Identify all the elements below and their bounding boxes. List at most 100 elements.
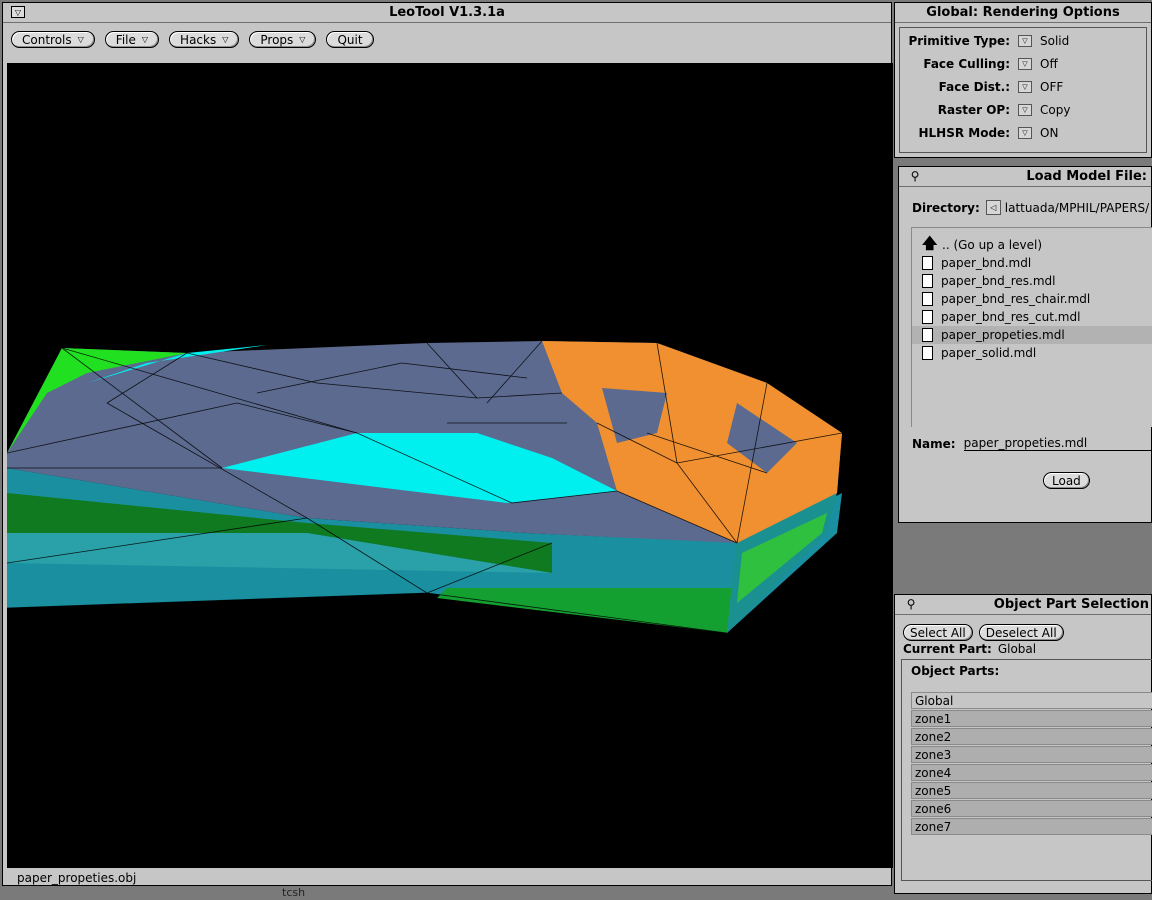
background-terminal-text: tcsh — [282, 886, 306, 899]
menubar: Controls ▽ File ▽ Hacks ▽ Props ▽ Quit — [11, 31, 384, 48]
name-row: Name: paper_propeties.mdl — [912, 436, 1152, 451]
chevron-down-icon[interactable]: ▽ — [1018, 58, 1032, 70]
file-item[interactable]: paper_bnd_res.mdl — [912, 272, 1152, 290]
part-item[interactable]: zone3 — [911, 746, 1152, 763]
object-part-title: Object Part Selection — [993, 597, 1149, 612]
option-face-culling: Face Culling: ▽ Off — [900, 54, 1146, 74]
file-item-selected[interactable]: paper_propeties.mdl — [912, 326, 1152, 344]
chevron-down-icon[interactable]: ▽ — [1018, 35, 1032, 47]
document-icon — [922, 292, 933, 306]
directory-value: lattuada/MPHIL/PAPERS/ — [1004, 200, 1150, 215]
hacks-label: Hacks — [180, 32, 217, 47]
option-label: Face Culling: — [923, 57, 1010, 71]
option-value: Copy — [1040, 103, 1071, 117]
rendering-options-titlebar[interactable]: Global: Rendering Options — [895, 3, 1151, 23]
file-name: paper_solid.mdl — [941, 346, 1037, 360]
object-parts-label: Object Parts: — [911, 664, 1000, 678]
directory-row: Directory: ◁ lattuada/MPHIL/PAPERS/ — [912, 200, 1149, 215]
current-part-row: Current Part: Global — [903, 642, 1036, 656]
document-icon — [922, 274, 933, 288]
hacks-menu-button[interactable]: Hacks ▽ — [169, 31, 240, 48]
current-part-value: Global — [997, 642, 1037, 656]
controls-label: Controls — [22, 32, 72, 47]
window-title: LeoTool V1.3.1a — [389, 5, 505, 20]
status-bar: paper_propeties.obj — [17, 871, 137, 885]
load-model-window: ⚲ Load Model File: Directory: ◁ lattuada… — [898, 166, 1152, 523]
deselect-all-button[interactable]: Deselect All — [978, 624, 1064, 641]
load-button[interactable]: Load — [1043, 472, 1090, 489]
pushpin-icon[interactable]: ⚲ — [903, 597, 919, 611]
file-item[interactable]: paper_bnd.mdl — [912, 254, 1152, 272]
part-item-global[interactable]: Global — [911, 692, 1152, 709]
option-value: Solid — [1040, 34, 1070, 48]
props-label: Props — [260, 32, 294, 47]
file-item[interactable]: paper_bnd_res_chair.mdl — [912, 290, 1152, 308]
file-name: paper_bnd_res.mdl — [941, 274, 1056, 288]
option-value: Off — [1040, 57, 1058, 71]
document-icon — [922, 346, 933, 360]
up-arrow-icon: 🡅 — [922, 233, 938, 252]
mesh-layer-green-2 — [437, 588, 737, 633]
directory-back-icon[interactable]: ◁ — [985, 200, 1001, 215]
file-item[interactable]: paper_solid.mdl — [912, 344, 1152, 362]
option-label: Raster OP: — [937, 103, 1010, 117]
rendering-options-window: Global: Rendering Options Primitive Type… — [894, 2, 1152, 158]
part-item[interactable]: zone4 — [911, 764, 1152, 781]
file-label: File — [115, 32, 136, 47]
part-item[interactable]: zone5 — [911, 782, 1152, 799]
part-item[interactable]: zone6 — [911, 800, 1152, 817]
file-item[interactable]: paper_bnd_res_cut.mdl — [912, 308, 1152, 326]
chevron-down-icon[interactable]: ▽ — [1018, 81, 1032, 93]
file-menu-button[interactable]: File ▽ — [104, 31, 160, 48]
part-item[interactable]: zone2 — [911, 728, 1152, 745]
file-list[interactable]: 🡅 .. (Go up a level) paper_bnd.mdl paper… — [911, 227, 1152, 427]
document-icon — [922, 256, 933, 270]
rendering-options-title: Global: Rendering Options — [926, 5, 1120, 20]
up-level-item[interactable]: 🡅 .. (Go up a level) — [912, 234, 1152, 254]
name-input[interactable]: paper_propeties.mdl — [963, 436, 1152, 451]
file-name: paper_propeties.mdl — [941, 328, 1065, 342]
render-canvas[interactable] — [7, 63, 893, 868]
document-icon — [922, 310, 933, 324]
mesh-render — [7, 340, 843, 634]
props-menu-button[interactable]: Props ▽ — [249, 31, 317, 48]
option-label: Primitive Type: — [908, 34, 1010, 48]
quit-button[interactable]: Quit — [326, 31, 374, 48]
up-level-label: .. (Go up a level) — [942, 238, 1043, 252]
chevron-down-icon[interactable]: ▽ — [1018, 104, 1032, 116]
chevron-down-icon: ▽ — [222, 35, 229, 44]
part-item[interactable]: zone1 — [911, 710, 1152, 727]
chevron-down-icon: ▽ — [77, 35, 84, 44]
window-menu-icon[interactable]: ▽ — [11, 6, 25, 18]
load-label: Load — [1052, 473, 1081, 488]
current-part-label: Current Part: — [903, 642, 992, 656]
select-all-label: Select All — [910, 625, 966, 640]
controls-menu-button[interactable]: Controls ▽ — [11, 31, 95, 48]
chevron-down-icon: ▽ — [141, 35, 149, 44]
file-name: paper_bnd.mdl — [941, 256, 1032, 270]
document-icon — [922, 328, 933, 342]
option-label: Face Dist.: — [938, 80, 1010, 94]
option-face-dist: Face Dist.: ▽ OFF — [900, 77, 1146, 97]
object-part-titlebar[interactable]: ⚲ Object Part Selection — [895, 595, 1151, 615]
option-raster-op: Raster OP: ▽ Copy — [900, 100, 1146, 120]
load-model-titlebar[interactable]: ⚲ Load Model File: — [899, 167, 1151, 187]
option-hlhsr-mode: HLHSR Mode: ▽ ON — [900, 123, 1146, 143]
rendering-options-panel: Primitive Type: ▽ Solid Face Culling: ▽ … — [899, 27, 1147, 153]
directory-label: Directory: — [912, 200, 980, 215]
leotool-titlebar[interactable]: ▽ LeoTool V1.3.1a — [3, 3, 891, 23]
name-label: Name: — [912, 436, 956, 451]
pushpin-icon[interactable]: ⚲ — [907, 169, 923, 183]
parts-list[interactable]: Global zone1 zone2 zone3 zone4 zone5 zon… — [911, 692, 1152, 836]
load-model-title: Load Model File: — [1026, 169, 1147, 184]
deselect-all-label: Deselect All — [985, 625, 1057, 640]
part-item[interactable]: zone7 — [911, 818, 1152, 835]
file-name: paper_bnd_res_chair.mdl — [941, 292, 1091, 306]
option-label: HLHSR Mode: — [918, 126, 1010, 140]
option-value: OFF — [1040, 80, 1064, 94]
quit-label: Quit — [337, 32, 363, 47]
select-all-button[interactable]: Select All — [903, 624, 973, 641]
chevron-down-icon: ▽ — [299, 35, 306, 44]
part-buttons-row: Select All Deselect All — [903, 624, 1074, 641]
chevron-down-icon[interactable]: ▽ — [1018, 127, 1032, 139]
